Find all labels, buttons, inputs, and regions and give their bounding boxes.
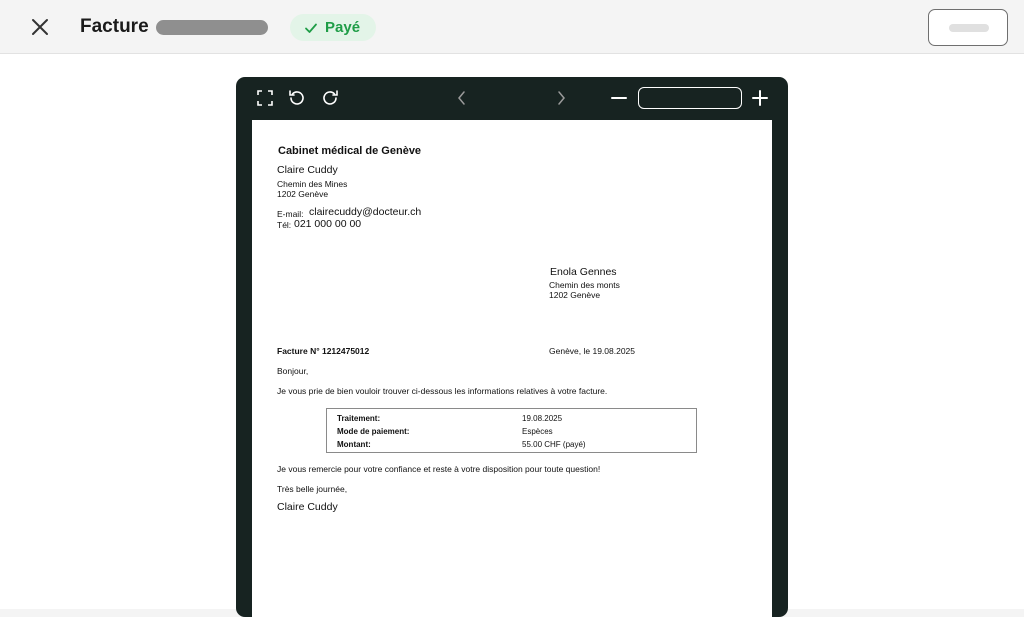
sender-phone: 021 000 00 00 <box>294 218 362 230</box>
recipient-street: Chemin des monts <box>549 280 620 290</box>
fullscreen-icon <box>257 90 273 106</box>
zoom-out-button[interactable] <box>608 87 630 109</box>
previous-page-button[interactable] <box>451 87 473 109</box>
recipient-city: 1202 Genève <box>549 290 601 300</box>
sender-email: clairecuddy@docteur.ch <box>309 206 422 218</box>
status-label: Payé <box>325 19 361 36</box>
detail-label: Traitement: <box>337 414 381 423</box>
cabinet-name: Cabinet médical de Genève <box>278 145 422 157</box>
zoom-input[interactable] <box>638 87 742 109</box>
check-icon <box>305 23 317 33</box>
detail-value: 19.08.2025 <box>522 414 563 423</box>
detail-value: Espèces <box>522 427 553 436</box>
detail-value: 55.00 CHF (payé) <box>522 440 586 449</box>
page-title: Facture <box>80 16 149 37</box>
invoice-document: Cabinet médical de Genève Claire Cuddy C… <box>252 120 772 617</box>
recipient-name: Enola Gennes <box>550 266 617 278</box>
next-page-button[interactable] <box>550 87 572 109</box>
zoom-in-icon <box>752 90 768 106</box>
sender-street: Chemin des Mines <box>277 179 348 189</box>
rotate-right-icon <box>323 90 338 105</box>
sender-name: Claire Cuddy <box>277 164 338 176</box>
phone-label: Tél: <box>277 220 292 230</box>
detail-label: Montant: <box>337 440 371 449</box>
chevron-right-icon <box>558 91 565 105</box>
status-badge: Payé <box>290 14 377 41</box>
closing-text: Très belle journée, <box>277 484 348 494</box>
zoom-out-icon <box>611 97 627 99</box>
invoice-details-table: Traitement: 19.08.2025 Mode de paiement:… <box>326 408 697 453</box>
fullscreen-button[interactable] <box>254 87 276 109</box>
pdf-viewer: Cabinet médical de Genève Claire Cuddy C… <box>236 77 788 617</box>
detail-label: Mode de paiement: <box>337 427 410 436</box>
signature: Claire Cuddy <box>277 501 338 513</box>
greeting: Bonjour, <box>277 366 309 376</box>
invoice-id-placeholder <box>156 20 268 35</box>
thanks-text: Je vous remercie pour votre confiance et… <box>277 464 601 474</box>
rotate-left-button[interactable] <box>286 87 308 109</box>
intro-text: Je vous prie de bien vouloir trouver ci-… <box>277 386 608 396</box>
rotate-left-icon <box>289 90 304 105</box>
close-button[interactable] <box>28 15 52 39</box>
close-icon <box>32 19 48 35</box>
sender-city: 1202 Genève <box>277 189 329 199</box>
chevron-left-icon <box>458 91 465 105</box>
top-bar: Facture Payé <box>0 0 1024 54</box>
invoice-number: Facture N° 1212475012 <box>277 346 370 356</box>
invoice-place-date: Genève, le 19.08.2025 <box>549 346 636 356</box>
rotate-right-button[interactable] <box>319 87 341 109</box>
action-button[interactable] <box>928 9 1008 46</box>
zoom-in-button[interactable] <box>749 87 771 109</box>
action-button-placeholder <box>949 24 989 32</box>
